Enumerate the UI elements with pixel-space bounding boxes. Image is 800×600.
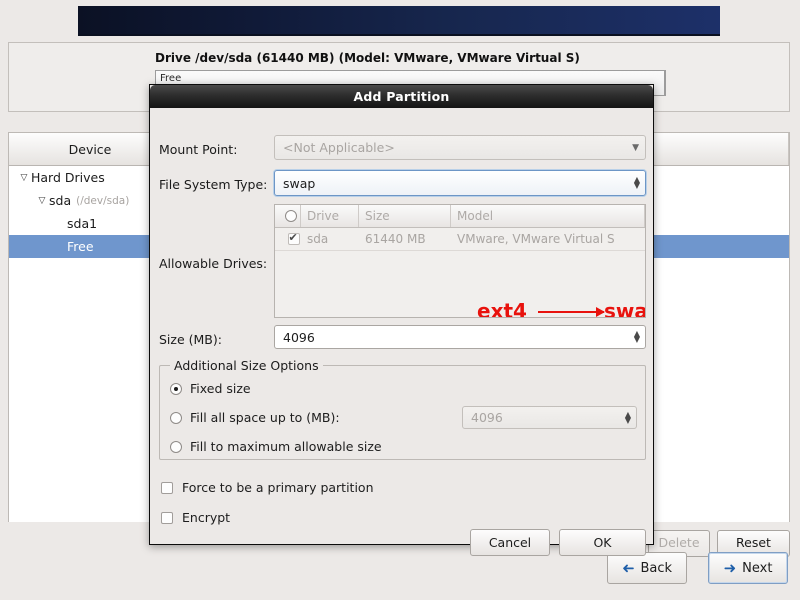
back-button-label: Back	[640, 560, 673, 576]
ok-button[interactable]: OK	[559, 529, 646, 556]
column-header-size[interactable]: Size	[359, 205, 451, 227]
checkbox-icon[interactable]	[287, 231, 300, 245]
device-label: sda	[49, 193, 72, 208]
spinner-arrows-icon[interactable]: ▲ ▼	[634, 176, 640, 190]
force-primary-partition-checkbox[interactable]: Force to be a primary partition	[161, 480, 374, 495]
encrypt-checkbox[interactable]: Encrypt	[161, 510, 230, 525]
allowable-drives-header: Drive Size Model	[275, 205, 645, 228]
checkbox-icon[interactable]	[161, 511, 173, 524]
device-label: Hard Drives	[31, 170, 105, 185]
checkbox-label: Force to be a primary partition	[182, 480, 374, 495]
radio-option-fill-to-maximum[interactable]: Fill to maximum allowable size	[170, 439, 382, 454]
annotation-arrow-fs	[538, 307, 605, 317]
drive-select-checkbox[interactable]	[275, 231, 301, 245]
chevron-down-icon: ▼	[632, 142, 639, 153]
arrow-right-icon: ➜	[723, 558, 737, 577]
radio-icon[interactable]	[170, 440, 182, 453]
screen-root: Drive /dev/sda (61440 MB) (Model: VMware…	[0, 0, 800, 600]
installer-banner	[78, 6, 720, 36]
add-partition-dialog: Add Partition Mount Point: <Not Applicab…	[149, 84, 654, 556]
column-header-device[interactable]: Device	[9, 133, 172, 165]
drive-model: VMware, VMware Virtual S	[457, 232, 615, 246]
arrow-left-icon: ➜	[621, 558, 635, 577]
radio-label: Fixed size	[190, 381, 251, 396]
spinner-arrows-icon[interactable]: ▲ ▼	[634, 330, 640, 344]
annotation-to-fs: swap	[604, 299, 645, 318]
fill-all-space-input[interactable]: 4096 ▲ ▼	[462, 406, 637, 429]
size-label: Size (MB):	[159, 332, 222, 347]
chevron-down-icon[interactable]: ▽	[17, 173, 31, 183]
column-header-select[interactable]	[275, 205, 301, 227]
additional-size-options-group: Additional Size Options Fixed size Fill …	[159, 358, 646, 460]
wizard-navigation: ➜ Back ➜ Next	[8, 552, 790, 592]
drive-size: 61440 MB	[365, 232, 426, 246]
file-system-type-value: swap	[283, 175, 316, 191]
table-row[interactable]: sda 61440 MB VMware, VMware Virtual S	[275, 228, 645, 251]
radio-label: Fill all space up to (MB):	[190, 410, 340, 425]
mount-point-value: <Not Applicable>	[283, 140, 395, 155]
select-all-radio-icon[interactable]	[284, 210, 297, 222]
radio-option-fill-all-space[interactable]: Fill all space up to (MB):	[170, 410, 340, 425]
additional-size-options-legend: Additional Size Options	[170, 358, 323, 373]
radio-icon[interactable]	[170, 382, 182, 395]
radio-icon[interactable]	[170, 411, 182, 424]
back-button[interactable]: ➜ Back	[607, 552, 687, 584]
spinner-arrows-icon[interactable]: ▲ ▼	[625, 410, 631, 424]
dialog-body: Mount Point: <Not Applicable> ▼ File Sys…	[150, 108, 653, 556]
size-value: 4096	[283, 329, 315, 345]
chevron-down-icon[interactable]: ▽	[35, 196, 49, 206]
mount-point-combobox[interactable]: <Not Applicable> ▼	[274, 135, 646, 160]
device-label: Free	[67, 239, 94, 254]
drive-name: sda	[307, 232, 329, 246]
column-header-drive[interactable]: Drive	[301, 205, 359, 227]
device-label: sda1	[67, 216, 98, 231]
annotation-from-fs: ext4	[477, 299, 527, 318]
device-path: (/dev/sda)	[76, 194, 130, 207]
file-system-type-combobox[interactable]: swap ▲ ▼	[274, 170, 646, 196]
checkbox-icon[interactable]	[161, 481, 173, 494]
checkbox-label: Encrypt	[182, 510, 231, 525]
dialog-title: Add Partition	[150, 85, 653, 108]
drive-title: Drive /dev/sda (61440 MB) (Model: VMware…	[155, 51, 580, 65]
file-system-type-label: File System Type:	[159, 177, 268, 192]
cancel-button[interactable]: Cancel	[470, 529, 550, 556]
fill-all-space-value: 4096	[471, 410, 503, 425]
radio-option-fixed-size[interactable]: Fixed size	[170, 381, 251, 396]
allowable-drives-table: Drive Size Model sda 61440 MB VMware, VM…	[274, 204, 646, 318]
size-input[interactable]: 4096 ▲ ▼	[274, 325, 646, 349]
allowable-drives-label: Allowable Drives:	[159, 256, 268, 271]
mount-point-label: Mount Point:	[159, 142, 238, 157]
column-header-model[interactable]: Model	[451, 205, 645, 227]
next-button[interactable]: ➜ Next	[708, 552, 788, 584]
next-button-label: Next	[742, 560, 773, 576]
radio-label: Fill to maximum allowable size	[190, 439, 382, 454]
